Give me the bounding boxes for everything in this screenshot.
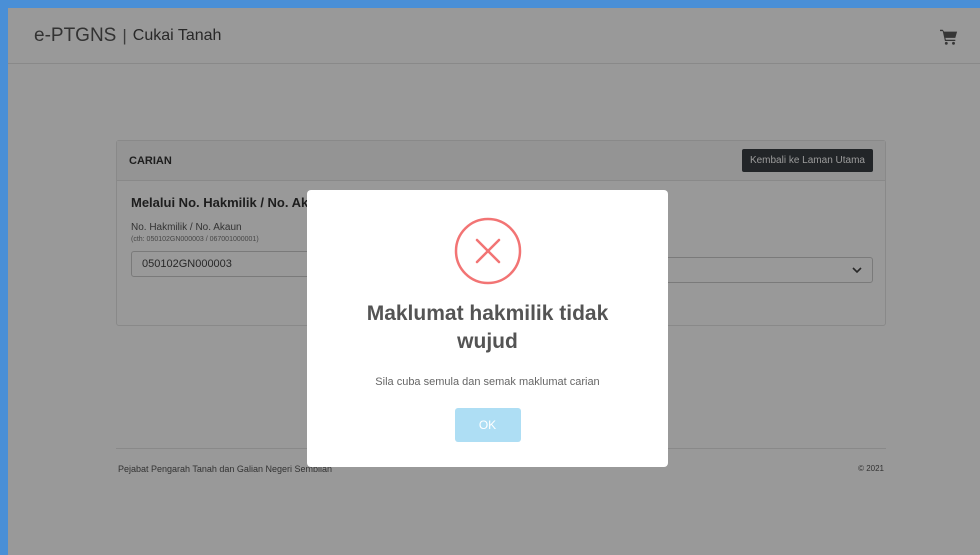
modal-message: Sila cuba semula dan semak maklumat cari…	[375, 376, 600, 388]
ok-button[interactable]: OK	[454, 408, 521, 442]
error-x-icon	[454, 217, 521, 285]
error-modal: Maklumat hakmilik tidak wujud Sila cuba …	[307, 190, 668, 467]
modal-title: Maklumat hakmilik tidak wujud	[366, 302, 609, 353]
